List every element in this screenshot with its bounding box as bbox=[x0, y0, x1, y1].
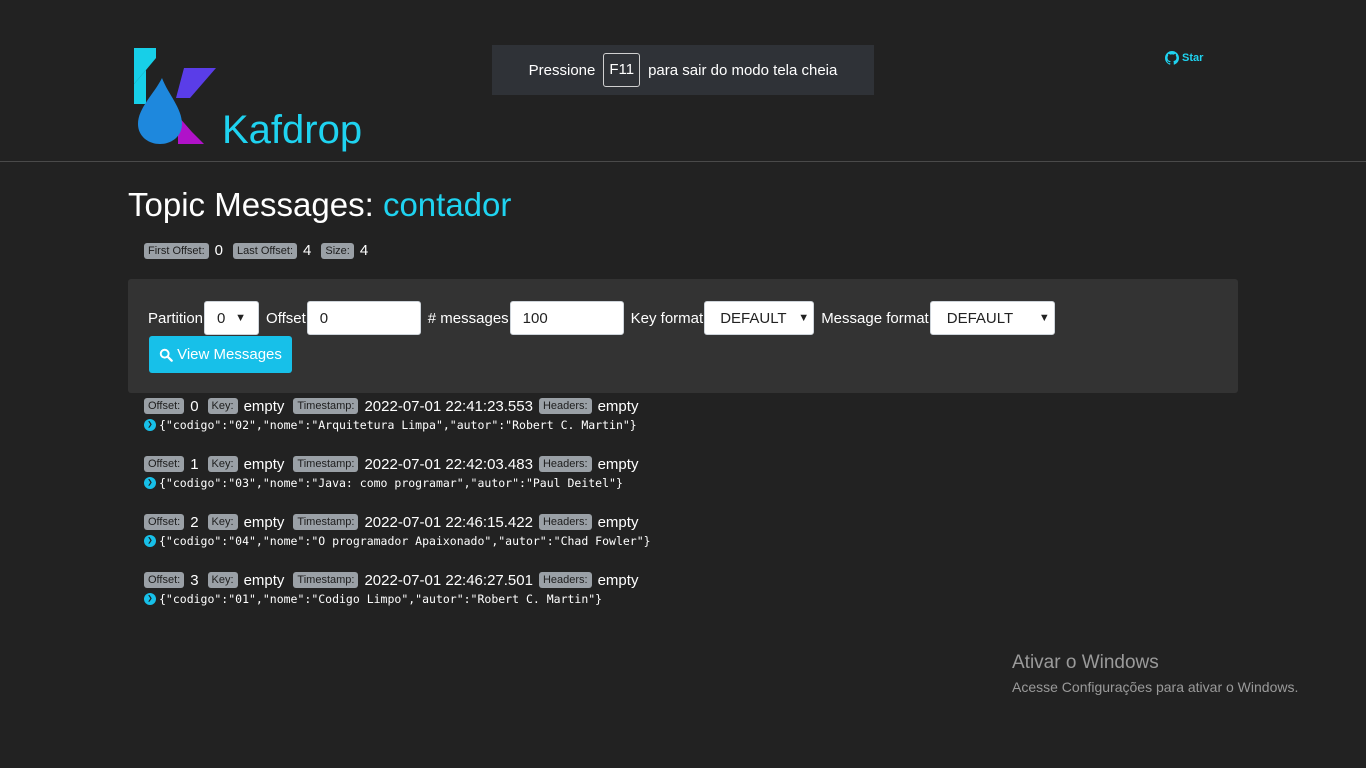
message-format-label: Message format bbox=[821, 309, 929, 327]
page-title-prefix: Topic Messages: bbox=[128, 186, 374, 223]
filter-form: Partition 0 ▼ Offset 0 # messages 100 Ke… bbox=[148, 301, 1062, 335]
message-offset: 2 bbox=[190, 513, 199, 531]
f11-key: F11 bbox=[603, 53, 641, 87]
offset-label: Offset bbox=[266, 309, 306, 327]
brand-name[interactable]: Kafdrop bbox=[222, 106, 362, 154]
github-star-button[interactable]: Star bbox=[1165, 51, 1203, 65]
key-format-label: Key format bbox=[630, 309, 704, 327]
message-list: Offset: 0 Key: empty Timestamp: 2022-07-… bbox=[144, 396, 651, 628]
messages-count-label: # messages bbox=[427, 309, 509, 327]
fullscreen-notice-suffix: para sair do modo tela cheia bbox=[648, 61, 838, 79]
key-badge: Key: bbox=[207, 514, 238, 530]
message-body: {"codigo":"04","nome":"O programador Apa… bbox=[159, 534, 651, 548]
timestamp-badge: Timestamp: bbox=[293, 572, 359, 588]
message-timestamp: 2022-07-01 22:46:27.501 bbox=[364, 571, 533, 589]
offset-badge: Offset: bbox=[144, 514, 185, 530]
expand-arrow-icon[interactable]: ❯ bbox=[144, 419, 156, 431]
timestamp-badge: Timestamp: bbox=[293, 514, 359, 530]
last-offset-value: 4 bbox=[303, 242, 312, 259]
filter-panel: Partition 0 ▼ Offset 0 # messages 100 Ke… bbox=[128, 279, 1238, 393]
star-label: Star bbox=[1182, 52, 1204, 64]
kafdrop-logo-icon bbox=[134, 48, 216, 144]
message-offset: 1 bbox=[190, 455, 199, 473]
topic-name: contador bbox=[382, 186, 512, 223]
offset-badge: Offset: bbox=[144, 398, 185, 414]
message-item: Offset: 0 Key: empty Timestamp: 2022-07-… bbox=[144, 396, 651, 454]
header: Kafdrop Pressione F11 para sair do modo … bbox=[0, 0, 1366, 162]
expand-arrow-icon[interactable]: ❯ bbox=[144, 593, 156, 605]
message-item: Offset: 1 Key: empty Timestamp: 2022-07-… bbox=[144, 454, 651, 512]
message-headers: empty bbox=[597, 455, 639, 473]
message-body: {"codigo":"03","nome":"Java: como progra… bbox=[159, 476, 623, 490]
watermark-subtitle: Acesse Configurações para ativar o Windo… bbox=[1012, 679, 1299, 695]
fullscreen-notice: Pressione F11 para sair do modo tela che… bbox=[492, 45, 874, 95]
message-format-select[interactable]: DEFAULT ▼ bbox=[929, 301, 1055, 335]
chevron-down-icon: ▼ bbox=[235, 312, 247, 324]
offset-badge: Offset: bbox=[144, 572, 185, 588]
message-offset: 3 bbox=[190, 571, 199, 589]
view-messages-label: View Messages bbox=[177, 346, 282, 363]
fullscreen-notice-prefix: Pressione bbox=[528, 61, 596, 79]
chevron-down-icon: ▼ bbox=[798, 312, 810, 324]
message-item: Offset: 2 Key: empty Timestamp: 2022-07-… bbox=[144, 512, 651, 570]
message-headers: empty bbox=[597, 397, 639, 415]
size-badge: Size: bbox=[321, 242, 354, 259]
expand-arrow-icon[interactable]: ❯ bbox=[144, 477, 156, 489]
message-body: {"codigo":"01","nome":"Codigo Limpo","au… bbox=[159, 592, 603, 606]
offset-input[interactable]: 0 bbox=[306, 301, 421, 335]
message-timestamp: 2022-07-01 22:41:23.553 bbox=[364, 397, 533, 415]
offset-input-value: 0 bbox=[319, 309, 329, 327]
timestamp-badge: Timestamp: bbox=[293, 456, 359, 472]
expand-arrow-icon[interactable]: ❯ bbox=[144, 535, 156, 547]
message-body: {"codigo":"02","nome":"Arquitetura Limpa… bbox=[159, 418, 637, 432]
search-icon bbox=[159, 348, 173, 362]
timestamp-badge: Timestamp: bbox=[293, 398, 359, 414]
message-headers: empty bbox=[597, 571, 639, 589]
first-offset-value: 0 bbox=[214, 242, 223, 259]
message-offset: 0 bbox=[190, 397, 199, 415]
page-title: Topic Messages: contador bbox=[128, 184, 511, 226]
key-badge: Key: bbox=[207, 398, 238, 414]
partition-select[interactable]: 0 ▼ bbox=[204, 301, 260, 335]
message-key: empty bbox=[243, 571, 285, 589]
messages-count-input[interactable]: 100 bbox=[509, 301, 624, 335]
message-headers: empty bbox=[597, 513, 639, 531]
headers-badge: Headers: bbox=[538, 398, 592, 414]
partition-select-value: 0 bbox=[217, 309, 226, 327]
headers-badge: Headers: bbox=[538, 514, 592, 530]
last-offset-badge: Last Offset: bbox=[232, 242, 298, 259]
first-offset-badge: First Offset: bbox=[144, 242, 209, 259]
key-format-value: DEFAULT bbox=[720, 309, 787, 327]
headers-badge: Headers: bbox=[538, 572, 592, 588]
size-value: 4 bbox=[359, 242, 369, 259]
message-timestamp: 2022-07-01 22:46:15.422 bbox=[364, 513, 533, 531]
offset-badge: Offset: bbox=[144, 456, 185, 472]
message-key: empty bbox=[243, 397, 285, 415]
message-timestamp: 2022-07-01 22:42:03.483 bbox=[364, 455, 533, 473]
topic-stats: First Offset: 0 Last Offset: 4 Size: 4 bbox=[144, 242, 372, 259]
key-format-select[interactable]: DEFAULT ▼ bbox=[704, 301, 815, 335]
github-icon bbox=[1165, 51, 1179, 65]
chevron-down-icon: ▼ bbox=[1038, 312, 1050, 324]
key-badge: Key: bbox=[207, 456, 238, 472]
partition-label: Partition bbox=[148, 309, 204, 327]
message-key: empty bbox=[243, 513, 285, 531]
headers-badge: Headers: bbox=[538, 456, 592, 472]
view-messages-button[interactable]: View Messages bbox=[149, 336, 292, 373]
key-badge: Key: bbox=[207, 572, 238, 588]
message-key: empty bbox=[243, 455, 285, 473]
message-item: Offset: 3 Key: empty Timestamp: 2022-07-… bbox=[144, 570, 651, 628]
message-format-value: DEFAULT bbox=[946, 309, 1014, 327]
windows-activation-watermark: Ativar o Windows Acesse Configurações pa… bbox=[1012, 651, 1298, 697]
watermark-title: Ativar o Windows bbox=[1012, 652, 1159, 673]
messages-count-value: 100 bbox=[522, 309, 548, 327]
